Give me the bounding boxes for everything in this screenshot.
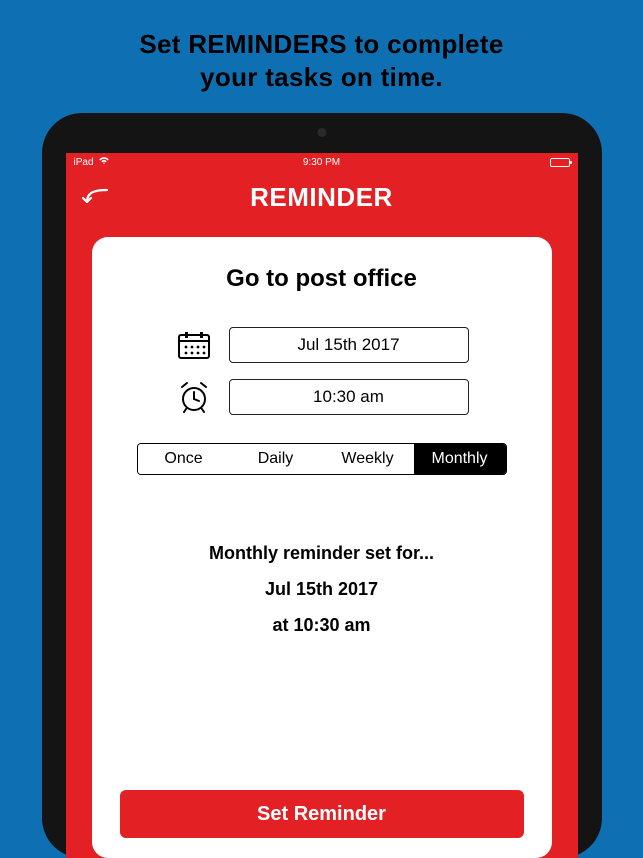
- time-input[interactable]: 10:30 am: [229, 379, 469, 415]
- reminder-summary: Monthly reminder set for... Jul 15th 201…: [209, 535, 434, 643]
- task-title: Go to post office: [226, 265, 417, 293]
- frequency-option-monthly[interactable]: Monthly: [414, 444, 506, 474]
- summary-line2: Jul 15th 2017: [209, 571, 434, 607]
- frequency-label: Weekly: [341, 450, 393, 468]
- frequency-option-weekly[interactable]: Weekly: [322, 444, 414, 474]
- wifi-icon: [98, 156, 110, 168]
- time-field-row: 10:30 am: [175, 379, 469, 415]
- set-reminder-label: Set Reminder: [257, 803, 386, 826]
- app-title: REMINDER: [250, 182, 393, 213]
- reminder-card: Go to post office: [92, 237, 552, 858]
- device-frame: iPad 9:30 PM REMINDER: [42, 113, 602, 858]
- frequency-label: Monthly: [431, 450, 487, 468]
- promo-headline: Set REMINDERS to complete your tasks on …: [139, 28, 503, 93]
- back-button[interactable]: [78, 183, 114, 211]
- summary-line3: at 10:30 am: [209, 607, 434, 643]
- status-time: 9:30 PM: [303, 157, 340, 168]
- content-area: Go to post office: [66, 223, 578, 858]
- device-screen: iPad 9:30 PM REMINDER: [66, 153, 578, 858]
- status-left: iPad: [74, 156, 110, 168]
- device-camera: [317, 128, 326, 137]
- back-arrow-icon: [81, 186, 111, 208]
- alarm-clock-icon: [175, 380, 213, 414]
- frequency-label: Once: [164, 450, 202, 468]
- date-field-row: Jul 15th 2017: [175, 327, 469, 363]
- status-bar: iPad 9:30 PM: [66, 153, 578, 171]
- date-input[interactable]: Jul 15th 2017: [229, 327, 469, 363]
- promo-background: Set REMINDERS to complete your tasks on …: [0, 0, 643, 858]
- frequency-segmented-control: Once Daily Weekly Monthly: [137, 443, 507, 475]
- summary-line1: Monthly reminder set for...: [209, 535, 434, 571]
- frequency-label: Daily: [258, 450, 294, 468]
- date-value: Jul 15th 2017: [297, 335, 399, 355]
- promo-headline-line1: Set REMINDERS to complete: [139, 29, 503, 59]
- calendar-icon: [175, 328, 213, 362]
- status-right: [550, 158, 570, 167]
- frequency-option-once[interactable]: Once: [138, 444, 230, 474]
- time-value: 10:30 am: [313, 387, 384, 407]
- status-device-label: iPad: [74, 157, 94, 168]
- app-header: REMINDER: [66, 171, 578, 223]
- promo-headline-line2: your tasks on time.: [200, 62, 443, 92]
- set-reminder-button[interactable]: Set Reminder: [120, 790, 524, 838]
- frequency-option-daily[interactable]: Daily: [230, 444, 322, 474]
- battery-icon: [550, 158, 570, 167]
